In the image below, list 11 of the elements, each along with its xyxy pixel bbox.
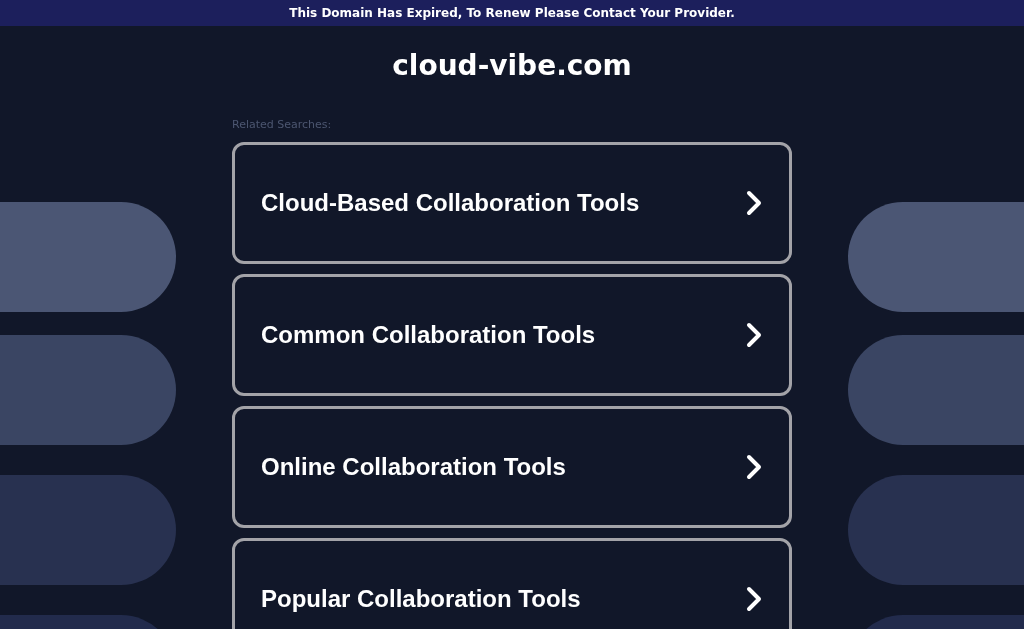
search-link-card[interactable]: Online Collaboration Tools	[232, 406, 792, 528]
chevron-right-icon	[745, 585, 763, 613]
search-link-card[interactable]: Cloud-Based Collaboration Tools	[232, 142, 792, 264]
chevron-right-icon	[745, 189, 763, 217]
domain-title: cloud-vibe.com	[392, 48, 632, 84]
search-link-card[interactable]: Popular Collaboration Tools	[232, 538, 792, 629]
search-link-card[interactable]: Common Collaboration Tools	[232, 274, 792, 396]
expiry-notice: This Domain Has Expired, To Renew Please Contact Your Provider.	[289, 6, 735, 20]
related-searches-label: Related Searches:	[232, 118, 333, 133]
chevron-right-icon	[745, 453, 763, 481]
chevron-right-icon	[745, 321, 763, 349]
